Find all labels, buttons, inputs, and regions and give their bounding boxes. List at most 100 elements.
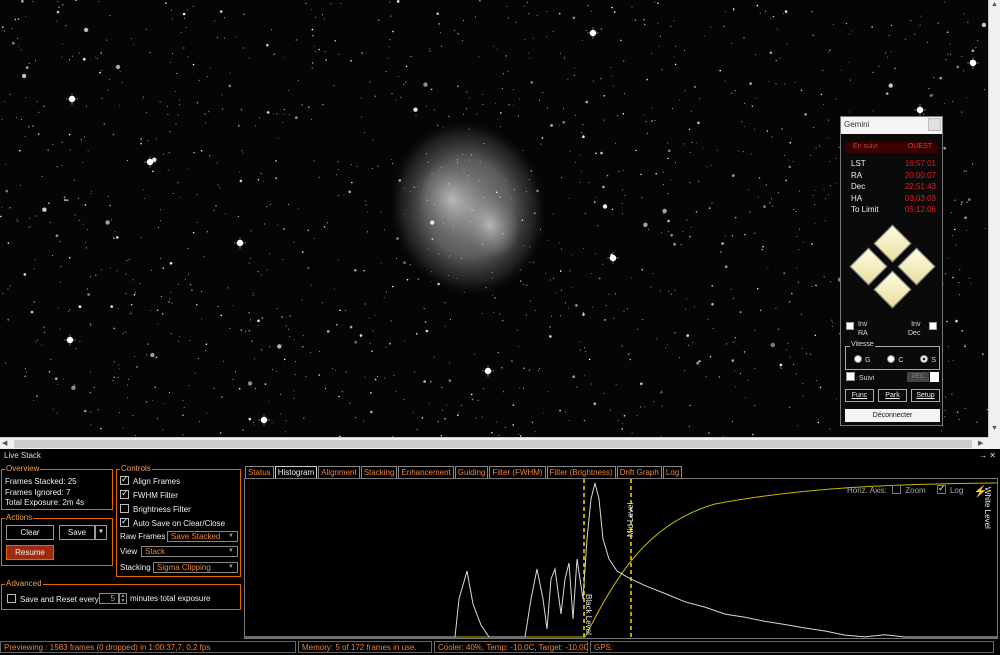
coord-row: RA 20:00:07: [851, 171, 936, 183]
invert-ra-checkbox[interactable]: [846, 322, 854, 330]
overview-label: Frames Ignored:: [5, 487, 64, 497]
horizontal-scrollbar[interactable]: ◀ ▶: [0, 437, 988, 449]
checkbox-checked-icon: [120, 516, 129, 527]
fwhm-filter-checkbox[interactable]: FWHM Filter: [120, 488, 178, 500]
live-stack-title: Live Stack: [4, 451, 41, 460]
scroll-left-icon[interactable]: ◀: [2, 439, 7, 447]
tab-alignment[interactable]: Alignment: [318, 466, 360, 478]
overview-label: Frames Stacked:: [5, 477, 66, 486]
zoom-checkbox[interactable]: Zoom: [892, 485, 926, 495]
advanced-group: Advanced Save and Reset every 5 ▲ ▼ minut…: [1, 579, 241, 610]
direction-pad: [841, 224, 944, 314]
invert-dec-checkbox[interactable]: [929, 322, 937, 330]
stacking-value: Sigma Clipping: [157, 563, 211, 572]
view-label: View: [120, 547, 138, 556]
tracking-toggle[interactable]: Suivi: [846, 370, 874, 382]
mid-level-label: Mid Level: [626, 503, 635, 537]
pec-button[interactable]: PEC: [907, 372, 929, 382]
histogram-plot: Black Level Mid Level White Level: [245, 479, 997, 638]
speed-option-c[interactable]: C: [887, 355, 903, 364]
status-bar: Previewing : 1583 frames (0 dropped) in …: [0, 641, 1000, 655]
radio-icon: [854, 355, 862, 363]
frames-stacked-value: 25: [67, 477, 77, 486]
coord-label: To Limit: [851, 205, 879, 214]
park-button[interactable]: Park: [878, 389, 907, 402]
tab-status[interactable]: Status: [245, 466, 274, 478]
chevron-down-icon: ▼: [228, 533, 234, 539]
resume-button[interactable]: Resume: [6, 545, 54, 560]
checkbox-label: Align Frames: [133, 477, 181, 486]
checkbox-checked-icon: [936, 483, 946, 494]
vertical-scrollbar[interactable]: ▲ ▼: [988, 0, 1000, 437]
tab-guiding[interactable]: Guiding: [454, 466, 489, 478]
tab-drift-graph[interactable]: Drift Graph: [616, 466, 662, 478]
log-checkbox[interactable]: Log: [936, 483, 964, 495]
black-level-label: Black Level: [584, 594, 593, 635]
zoom-label: Zoom: [905, 486, 926, 495]
pier-side: OUEST: [907, 143, 932, 150]
speed-option-g[interactable]: G: [854, 355, 870, 364]
coord-value: 16:57:01: [904, 159, 936, 168]
save-dropdown-chevron-icon[interactable]: ▼: [95, 525, 107, 540]
actions-group: Actions Clear Save ▼ Resume: [1, 513, 113, 566]
gemini-mount-panel: Gemini En suivi OUEST LST 16:57:01 RA 20:0…: [840, 116, 943, 426]
checkbox-label: FWHM Filter: [133, 491, 178, 500]
gps-status: GPS:: [590, 641, 994, 653]
raw-frames-select[interactable]: Save Stacked ▼: [167, 531, 238, 542]
speed-option-label: C: [898, 357, 904, 364]
clear-button[interactable]: Clear: [6, 525, 54, 540]
minutes-input[interactable]: 5: [99, 593, 119, 604]
close-button[interactable]: [928, 118, 941, 131]
tab-enhancement[interactable]: Enhancement: [398, 466, 454, 478]
speed-group: Vitesse G C S: [845, 341, 940, 370]
save-button[interactable]: Save: [59, 525, 95, 540]
minutes-spinner-icon[interactable]: ▲ ▼: [119, 593, 127, 604]
auto-save-checkbox[interactable]: Auto Save on Clear/Close: [120, 516, 225, 528]
slew-south-button[interactable]: [873, 270, 912, 309]
speed-option-label: S: [931, 357, 936, 364]
view-select[interactable]: Stack ▼: [141, 546, 238, 557]
func-button[interactable]: Func: [845, 389, 874, 402]
stacking-select[interactable]: Sigma Clipping ▼: [153, 562, 238, 573]
tab-histogram[interactable]: Histogram: [274, 466, 318, 478]
overview-row: Total Exposure: 2m 4s: [5, 498, 84, 509]
log-label: Log: [949, 486, 964, 495]
checkbox-checked-icon: [120, 488, 129, 499]
save-reset-checkbox[interactable]: Save and Reset every: [7, 594, 99, 604]
scrollbar-thumb[interactable]: [14, 440, 972, 448]
tab-filter-brightness[interactable]: Filter (Brightness): [546, 466, 616, 478]
scroll-right-icon[interactable]: ▶: [978, 439, 983, 447]
coord-value: 03:03:03: [904, 193, 936, 203]
speed-option-label: G: [865, 357, 871, 364]
brightness-filter-checkbox[interactable]: Brightness Filter: [120, 504, 191, 514]
live-stack-tabs: Status Histogram Alignment Stacking Enha…: [245, 466, 683, 478]
scroll-down-icon[interactable]: ▼: [991, 425, 998, 432]
checkbox-icon: [892, 485, 902, 494]
align-frames-checkbox[interactable]: Align Frames: [120, 474, 181, 486]
histogram-panel[interactable]: Black Level Mid Level White Level: [244, 478, 998, 639]
pin-close-icons[interactable]: → ✕: [979, 451, 996, 460]
slew-west-button[interactable]: [897, 247, 936, 286]
histogram-line: [245, 482, 997, 638]
stacking-label: Stacking: [120, 563, 151, 572]
tab-filter-fwhm[interactable]: Filter (FWHM): [489, 466, 546, 478]
overview-label: Total Exposure:: [5, 498, 61, 507]
coord-value: 22:51:43: [904, 182, 936, 191]
gemini-title-bar[interactable]: Gemini: [841, 117, 942, 134]
pec-checkbox[interactable]: [930, 372, 939, 382]
auto-stretch-icon[interactable]: ⚡: [974, 486, 988, 498]
setup-button[interactable]: Setup: [911, 389, 940, 402]
coord-value: 05:12:06: [904, 205, 936, 214]
chevron-down-icon: ▼: [228, 548, 234, 554]
speed-option-s[interactable]: S: [920, 355, 936, 364]
coord-row: To Limit 05:12:06: [851, 205, 936, 217]
checkbox-checked-icon: [846, 370, 855, 381]
tab-log[interactable]: Log: [662, 466, 683, 478]
checkbox-label: Brightness Filter: [133, 505, 191, 514]
scroll-up-icon[interactable]: ▲: [991, 1, 998, 8]
tab-stacking[interactable]: Stacking: [360, 466, 398, 478]
minutes-suffix: minutes total exposure: [130, 594, 211, 603]
gemini-title: Gemini: [844, 120, 870, 129]
disconnect-button[interactable]: Déconnecter: [845, 409, 940, 422]
controls-group: Controls Align Frames FWHM Filter Bright…: [116, 464, 241, 577]
